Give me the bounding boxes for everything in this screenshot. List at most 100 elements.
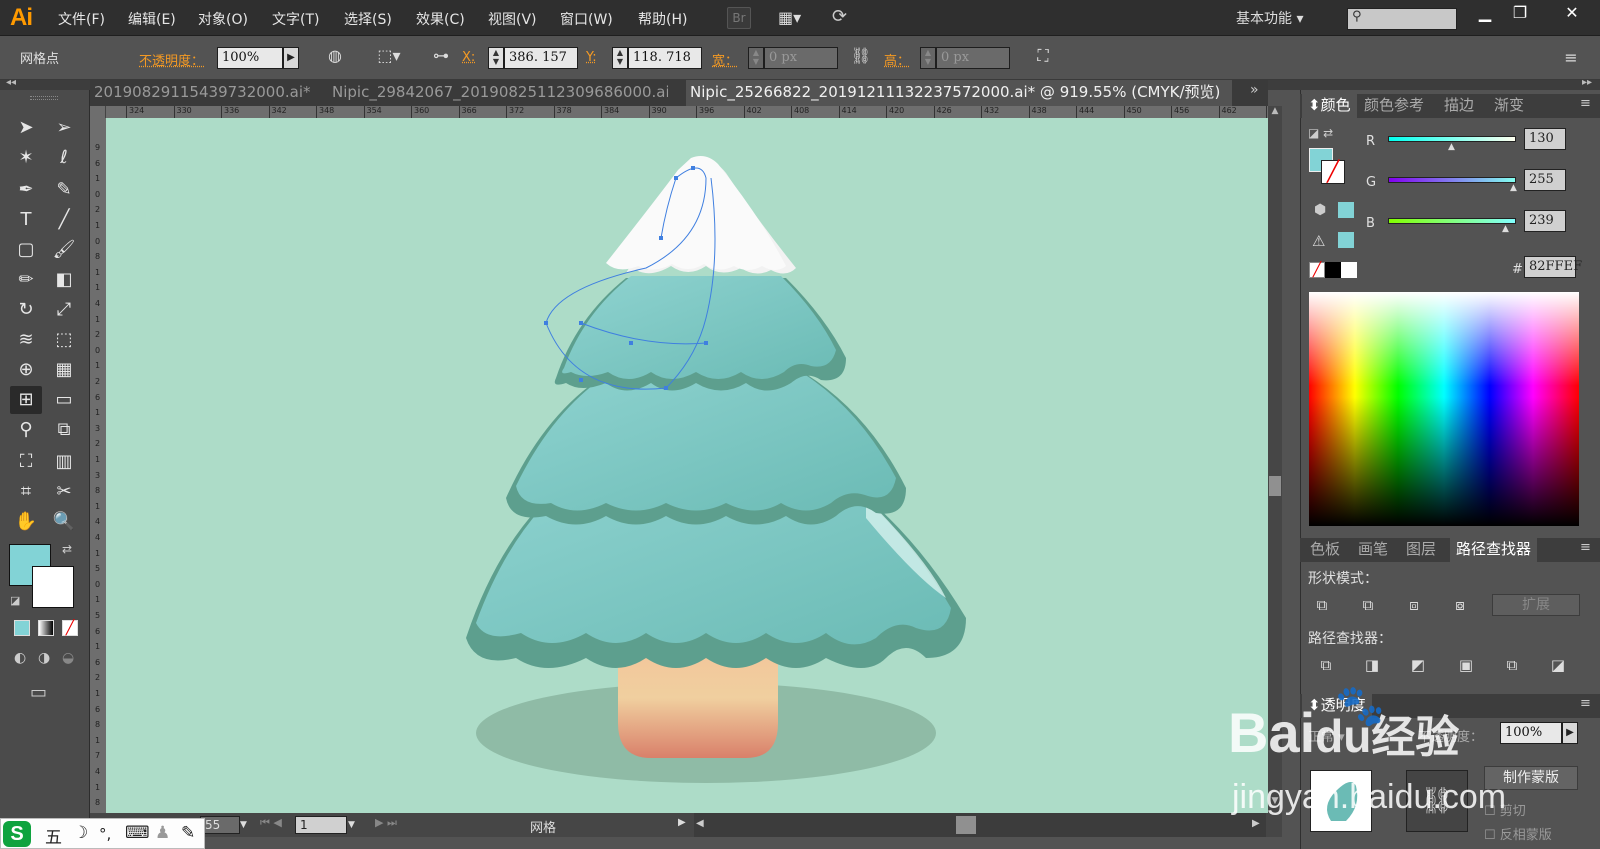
draw-normal-icon[interactable]: ◐ <box>14 650 26 666</box>
opacity-label[interactable]: 不透明度： <box>139 50 204 69</box>
pen-tool-icon[interactable]: ✒ <box>10 176 42 204</box>
expand-button[interactable]: 扩展 <box>1492 594 1580 616</box>
restore-button[interactable]: ❐ <box>1503 0 1537 28</box>
ime-keyboard-icon[interactable]: ⌨ <box>125 823 150 843</box>
height-stepper[interactable]: ▲ ▼ <box>920 47 936 69</box>
slice-tool-icon[interactable]: ✂ <box>48 478 80 506</box>
tab-color[interactable]: ⬍颜色 <box>1302 94 1357 118</box>
minus-front-icon[interactable]: ⧉ <box>1356 594 1380 616</box>
menu-type[interactable]: 文字(T) <box>272 9 319 29</box>
recolor-artwork-icon[interactable]: ◍ <box>322 44 348 68</box>
menu-window[interactable]: 窗口(W) <box>560 9 613 29</box>
out-of-gamut-warning-icon[interactable]: ⚠ <box>1312 232 1325 250</box>
more-tabs-icon[interactable]: » <box>1250 82 1259 98</box>
green-input[interactable]: 255 <box>1524 169 1566 191</box>
reference-point-icon[interactable]: ⊶ <box>428 44 454 68</box>
invert-mask-checkbox[interactable]: ☐ 反相蒙版 <box>1484 824 1552 843</box>
width-tool-icon[interactable]: ≋ <box>10 326 42 354</box>
menu-help[interactable]: 帮助(H) <box>638 9 687 29</box>
selection-tool-icon[interactable]: ➤ <box>10 114 42 142</box>
width-input[interactable]: 0 px <box>764 47 838 69</box>
perspective-grid-tool-icon[interactable]: ▦ <box>48 356 80 384</box>
vertical-scroll-thumb[interactable] <box>1269 476 1281 496</box>
minus-back-icon[interactable]: ◪ <box>1546 654 1570 676</box>
green-slider-handle[interactable]: ▲ <box>1510 183 1517 193</box>
exclude-icon[interactable]: ⧇ <box>1448 594 1472 616</box>
x-stepper[interactable]: ▲ ▼ <box>488 47 504 69</box>
intersect-icon[interactable]: ⧈ <box>1402 594 1426 616</box>
horizontal-scrollbar[interactable]: ◀ ▶ <box>694 813 1266 837</box>
constrain-proportions-icon[interactable]: ⛓ <box>848 44 874 68</box>
gradient-tool-icon[interactable]: ▭ <box>48 386 80 414</box>
menu-effect[interactable]: 效果(C) <box>416 9 465 29</box>
default-fill-stroke-icon[interactable]: ◪ ⇄ <box>1308 126 1333 140</box>
scroll-up-icon[interactable]: ▲ <box>1268 106 1282 118</box>
artboard-canvas[interactable] <box>106 118 1274 813</box>
next-artboard-icon[interactable]: ▶ ⏭ <box>375 816 397 830</box>
zoom-level-field[interactable]: 55 <box>200 816 240 834</box>
y-input[interactable]: 118. 718 <box>628 47 702 69</box>
none-mode-icon[interactable]: ╱ <box>62 620 78 636</box>
ime-settings-icon[interactable]: ✎ <box>181 823 195 843</box>
opacity-input[interactable]: 100% <box>217 47 283 69</box>
transform-each-icon[interactable]: ⛶ <box>1030 44 1056 68</box>
horizontal-ruler[interactable]: 324 330 336 342 348 354 360 366 372 378 384 390 396 4… <box>106 106 1268 118</box>
width-stepper[interactable]: ▲ ▼ <box>748 47 764 69</box>
menu-edit[interactable]: 编辑(E) <box>128 9 176 29</box>
gradient-mode-icon[interactable] <box>38 620 54 636</box>
stroke-swatch[interactable] <box>32 566 74 608</box>
outline-icon[interactable]: ⧉ <box>1500 654 1524 676</box>
lasso-tool-icon[interactable]: ℓ <box>48 144 80 172</box>
toolbox-grip[interactable] <box>30 96 58 100</box>
shape-builder-tool-icon[interactable]: ⊕ <box>10 356 42 384</box>
direct-selection-tool-icon[interactable]: ➢ <box>48 114 80 142</box>
hand-tool-icon[interactable]: ✋ <box>10 508 42 536</box>
artboard-dropdown-icon[interactable]: ▼ <box>348 816 362 834</box>
menu-object[interactable]: 对象(O) <box>198 9 248 29</box>
transparency-opacity-arrow[interactable]: ▶ <box>1562 722 1578 744</box>
ime-punctuation-icon[interactable]: °, <box>99 825 111 843</box>
arrange-documents-icon[interactable]: ▦▾ <box>778 8 808 28</box>
type-tool-icon[interactable]: T <box>10 206 42 234</box>
green-slider[interactable] <box>1388 177 1516 183</box>
menu-file[interactable]: 文件(F) <box>58 9 105 29</box>
black-color-swatch[interactable] <box>1325 262 1341 278</box>
eyedropper-tool-icon[interactable]: ⚲ <box>10 416 42 444</box>
trim-icon[interactable]: ◨ <box>1360 654 1384 676</box>
scroll-left-icon[interactable]: ◀ <box>696 818 704 829</box>
draw-inside-icon[interactable]: ◒ <box>62 650 74 666</box>
menu-view[interactable]: 视图(V) <box>488 9 537 29</box>
sogou-ime-logo-icon[interactable]: S <box>3 821 31 847</box>
draw-behind-icon[interactable]: ◑ <box>38 650 50 666</box>
divide-icon[interactable]: ⧉ <box>1314 654 1338 676</box>
merge-icon[interactable]: ◩ <box>1406 654 1430 676</box>
scale-tool-icon[interactable]: ⤢ <box>48 296 80 324</box>
tab-color-guide[interactable]: 颜色参考 <box>1364 94 1424 118</box>
hex-input[interactable]: 82FFEF <box>1524 256 1582 278</box>
magic-wand-tool-icon[interactable]: ✶ <box>10 144 42 172</box>
blue-slider-handle[interactable]: ▲ <box>1502 224 1509 234</box>
workspace-switcher[interactable]: 基本功能 ▾ <box>1236 8 1303 28</box>
menu-select[interactable]: 选择(S) <box>344 9 392 29</box>
swap-fill-stroke-icon[interactable]: ⇄ <box>62 542 72 556</box>
christmas-tree-artwork[interactable] <box>106 118 1274 813</box>
zoom-dropdown-icon[interactable]: ▼ <box>240 816 254 834</box>
blend-tool-icon[interactable]: ⧉ <box>48 416 80 444</box>
tab-gradient[interactable]: 渐变 <box>1494 94 1524 118</box>
x-input[interactable]: 386. 157 <box>504 47 578 69</box>
screen-mode-icon[interactable]: ▭ <box>30 682 47 703</box>
height-input[interactable]: 0 px <box>936 47 1010 69</box>
panel-menu-icon[interactable]: ≡ <box>1558 46 1584 70</box>
tab-brushes[interactable]: 画笔 <box>1358 538 1388 562</box>
status-menu-icon[interactable]: ▶ <box>678 817 686 828</box>
bridge-button[interactable]: Br <box>727 7 751 29</box>
symbol-sprayer-tool-icon[interactable]: ⛶ <box>10 448 42 476</box>
minimize-button[interactable]: ▁ <box>1468 0 1502 28</box>
rotate-tool-icon[interactable]: ↻ <box>10 296 42 324</box>
white-color-swatch[interactable] <box>1341 262 1357 278</box>
collapse-toolbox-icon[interactable]: ◂◂ <box>6 77 16 88</box>
transparency-opacity-input[interactable]: 100% <box>1500 722 1562 744</box>
vertical-ruler[interactable]: 9 6 1 0 2 1 0 8 1 1 4 1 2 0 1 2 6 1 3 2 1 3 8 1 4 4 1 5 0 1 5 6 1 6 2 1 6 8 1 7… <box>90 118 106 813</box>
tab-document-1[interactable]: 20190829115439732000.ai* × <box>90 80 312 106</box>
color-panel-stroke-swatch[interactable]: ╱ <box>1321 160 1345 184</box>
